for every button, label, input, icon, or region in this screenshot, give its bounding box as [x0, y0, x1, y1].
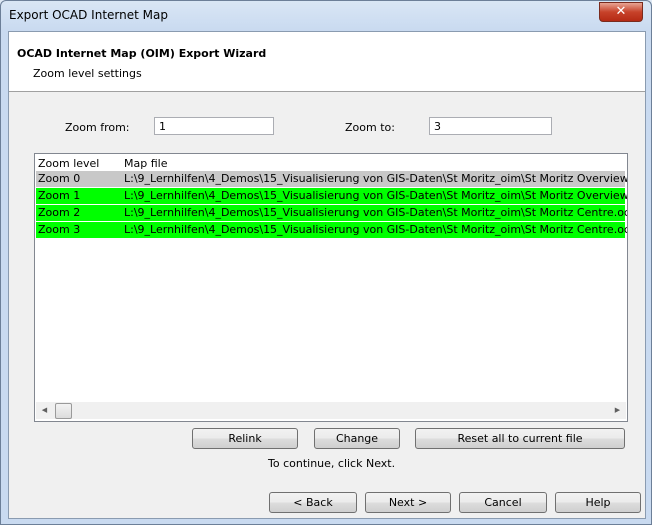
wizard-subtitle: Zoom level settings — [33, 67, 142, 80]
horizontal-scrollbar[interactable]: ◀ ▶ — [36, 402, 626, 419]
change-button[interactable]: Change — [314, 428, 400, 449]
close-button[interactable]: ✕ — [599, 2, 643, 22]
row-map-file: L:\9_Lernhilfen\4_Demos\15_Visualisierun… — [124, 172, 628, 185]
help-button[interactable]: Help — [555, 492, 641, 513]
zoom-from-input[interactable]: 1 — [154, 117, 274, 135]
relink-button[interactable]: Relink — [192, 428, 298, 449]
title-bar[interactable]: Export OCAD Internet Map ✕ — [1, 1, 651, 31]
continue-hint: To continue, click Next. — [268, 457, 396, 470]
back-button[interactable]: < Back — [269, 492, 357, 513]
row-map-file: L:\9_Lernhilfen\4_Demos\15_Visualisierun… — [124, 206, 628, 219]
next-button[interactable]: Next > — [365, 492, 451, 513]
zoom-to-input[interactable]: 3 — [429, 117, 552, 135]
wizard-title: OCAD Internet Map (OIM) Export Wizard — [17, 47, 267, 60]
row-zoom-level: Zoom 0 — [38, 172, 81, 185]
row-map-file: L:\9_Lernhilfen\4_Demos\15_Visualisierun… — [124, 223, 628, 236]
window-title: Export OCAD Internet Map — [9, 8, 168, 22]
export-dialog-window: Export OCAD Internet Map ✕ OCAD Internet… — [0, 0, 652, 525]
reset-all-button[interactable]: Reset all to current file — [415, 428, 625, 449]
row-zoom-level: Zoom 2 — [38, 206, 81, 219]
list-row[interactable]: Zoom 3 L:\9_Lernhilfen\4_Demos\15_Visual… — [36, 222, 628, 238]
scrollbar-thumb[interactable] — [55, 403, 72, 419]
zoom-from-label: Zoom from: — [65, 121, 130, 134]
column-header-zoom-level[interactable]: Zoom level — [38, 157, 99, 170]
row-map-file: L:\9_Lernhilfen\4_Demos\15_Visualisierun… — [124, 189, 628, 202]
row-zoom-level: Zoom 1 — [38, 189, 81, 202]
list-row[interactable]: Zoom 1 L:\9_Lernhilfen\4_Demos\15_Visual… — [36, 188, 628, 204]
wizard-header: OCAD Internet Map (OIM) Export Wizard Zo… — [9, 32, 645, 92]
cancel-button[interactable]: Cancel — [459, 492, 547, 513]
list-row[interactable]: Zoom 0 L:\9_Lernhilfen\4_Demos\15_Visual… — [36, 171, 628, 187]
zoom-level-list[interactable]: Zoom level Map file Zoom 0 L:\9_Lernhilf… — [34, 153, 628, 422]
dialog-client-area: OCAD Internet Map (OIM) Export Wizard Zo… — [8, 31, 646, 519]
zoom-to-label: Zoom to: — [345, 121, 395, 134]
scroll-left-icon[interactable]: ◀ — [36, 402, 53, 419]
row-zoom-level: Zoom 3 — [38, 223, 81, 236]
list-header: Zoom level Map file — [35, 154, 625, 171]
scroll-right-icon[interactable]: ▶ — [609, 402, 626, 419]
list-row[interactable]: Zoom 2 L:\9_Lernhilfen\4_Demos\15_Visual… — [36, 205, 628, 221]
column-header-map-file[interactable]: Map file — [124, 157, 167, 170]
